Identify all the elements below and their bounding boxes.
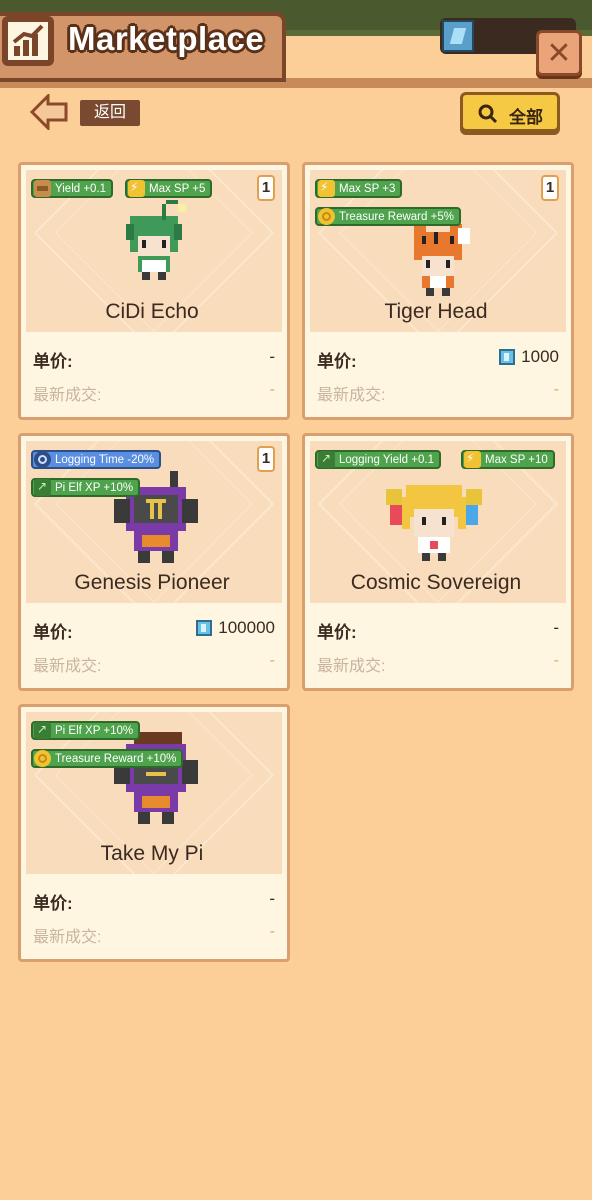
item-name: Tiger Head (384, 300, 488, 323)
last-deal-value: - (269, 923, 275, 940)
price-label: 单价: (33, 894, 73, 913)
coin-icon (318, 208, 335, 225)
buff-badge: Max SP +5 (125, 179, 213, 198)
filter-all-button[interactable]: 全部 (460, 92, 560, 132)
price-label: 单价: (33, 623, 73, 642)
last-deal-label: 最新成交: (317, 658, 386, 675)
item-name: Cosmic Sovereign (350, 571, 522, 594)
buff-badge: Logging Yield +0.1 (315, 450, 441, 469)
last-deal-label: 最新成交: (33, 658, 102, 675)
quantity-badge: 1 (257, 446, 275, 472)
quantity-badge: 1 (541, 175, 559, 201)
marketplace-logo-icon (2, 16, 54, 66)
buff-badge: Pi Elf XP +10% (31, 721, 141, 740)
item-name: Genesis Pioneer (74, 571, 230, 594)
coin-icon (34, 750, 51, 767)
item-name: CiDi Echo (105, 300, 199, 323)
last-deal-label: 最新成交: (33, 929, 102, 946)
trend-up-icon (318, 450, 335, 468)
last-deal-value: - (269, 652, 275, 669)
price-value: - (269, 889, 275, 908)
cidi-echo-avatar (126, 200, 186, 280)
bolt-icon (464, 450, 481, 468)
buff-badge: Max SP +10 (461, 450, 555, 469)
trend-up-icon (34, 478, 51, 496)
filter-label: 全部 (509, 108, 543, 127)
gem-icon (499, 349, 516, 365)
price-value: 100000 (196, 618, 275, 638)
close-button[interactable]: ✕ (536, 30, 582, 76)
wood-icon (34, 180, 51, 197)
last-deal-value: - (553, 381, 559, 398)
price-label: 单价: (33, 352, 73, 371)
tiger-head-avatar (414, 224, 470, 296)
last-deal-value: - (269, 381, 275, 398)
item-card[interactable]: Max SP +3 Treasure Reward +5% 1 Tiger He… (302, 162, 574, 420)
item-card[interactable]: Yield +0.1 Max SP +5 1 CiDi Echo 单价: - 最… (18, 162, 290, 420)
item-card[interactable]: Logging Time -20% Pi Elf XP +10% 1 Genes… (18, 433, 290, 691)
take-my-pi-avatar (114, 732, 198, 824)
buff-badge: Treasure Reward +10% (31, 749, 184, 768)
cosmic-sovereign-avatar (386, 485, 482, 561)
last-deal-label: 最新成交: (317, 387, 386, 404)
bolt-icon (128, 179, 145, 197)
price-value: - (269, 347, 275, 366)
buff-badge: Treasure Reward +5% (315, 207, 461, 226)
item-card[interactable]: Pi Elf XP +10% Treasure Reward +10% Take… (18, 704, 290, 962)
item-name: Take My Pi (100, 842, 204, 865)
price-label: 单价: (317, 623, 357, 642)
gem-icon (196, 620, 213, 636)
search-icon (478, 104, 498, 124)
gem-icon (442, 20, 474, 52)
buff-badge: Pi Elf XP +10% (31, 478, 141, 497)
item-card[interactable]: Logging Yield +0.1 Max SP +10 Cosmic Sov… (302, 433, 574, 691)
quantity-badge: 1 (257, 175, 275, 201)
price-value: 1000 (499, 347, 559, 367)
back-arrow-icon (30, 94, 68, 130)
price-label: 单价: (317, 352, 357, 371)
clock-icon (34, 451, 51, 468)
trend-up-icon (34, 721, 51, 739)
last-deal-label: 最新成交: (33, 387, 102, 404)
page-title: Marketplace (68, 20, 265, 57)
last-deal-value: - (553, 652, 559, 669)
buff-badge: Max SP +3 (315, 179, 403, 198)
buff-badge: Yield +0.1 (31, 179, 114, 198)
close-icon: ✕ (546, 37, 572, 70)
back-button[interactable]: 返回 (30, 94, 140, 130)
price-value: - (553, 618, 559, 637)
buff-badge: Logging Time -20% (31, 450, 162, 469)
bolt-icon (318, 179, 335, 197)
back-label: 返回 (80, 100, 140, 126)
